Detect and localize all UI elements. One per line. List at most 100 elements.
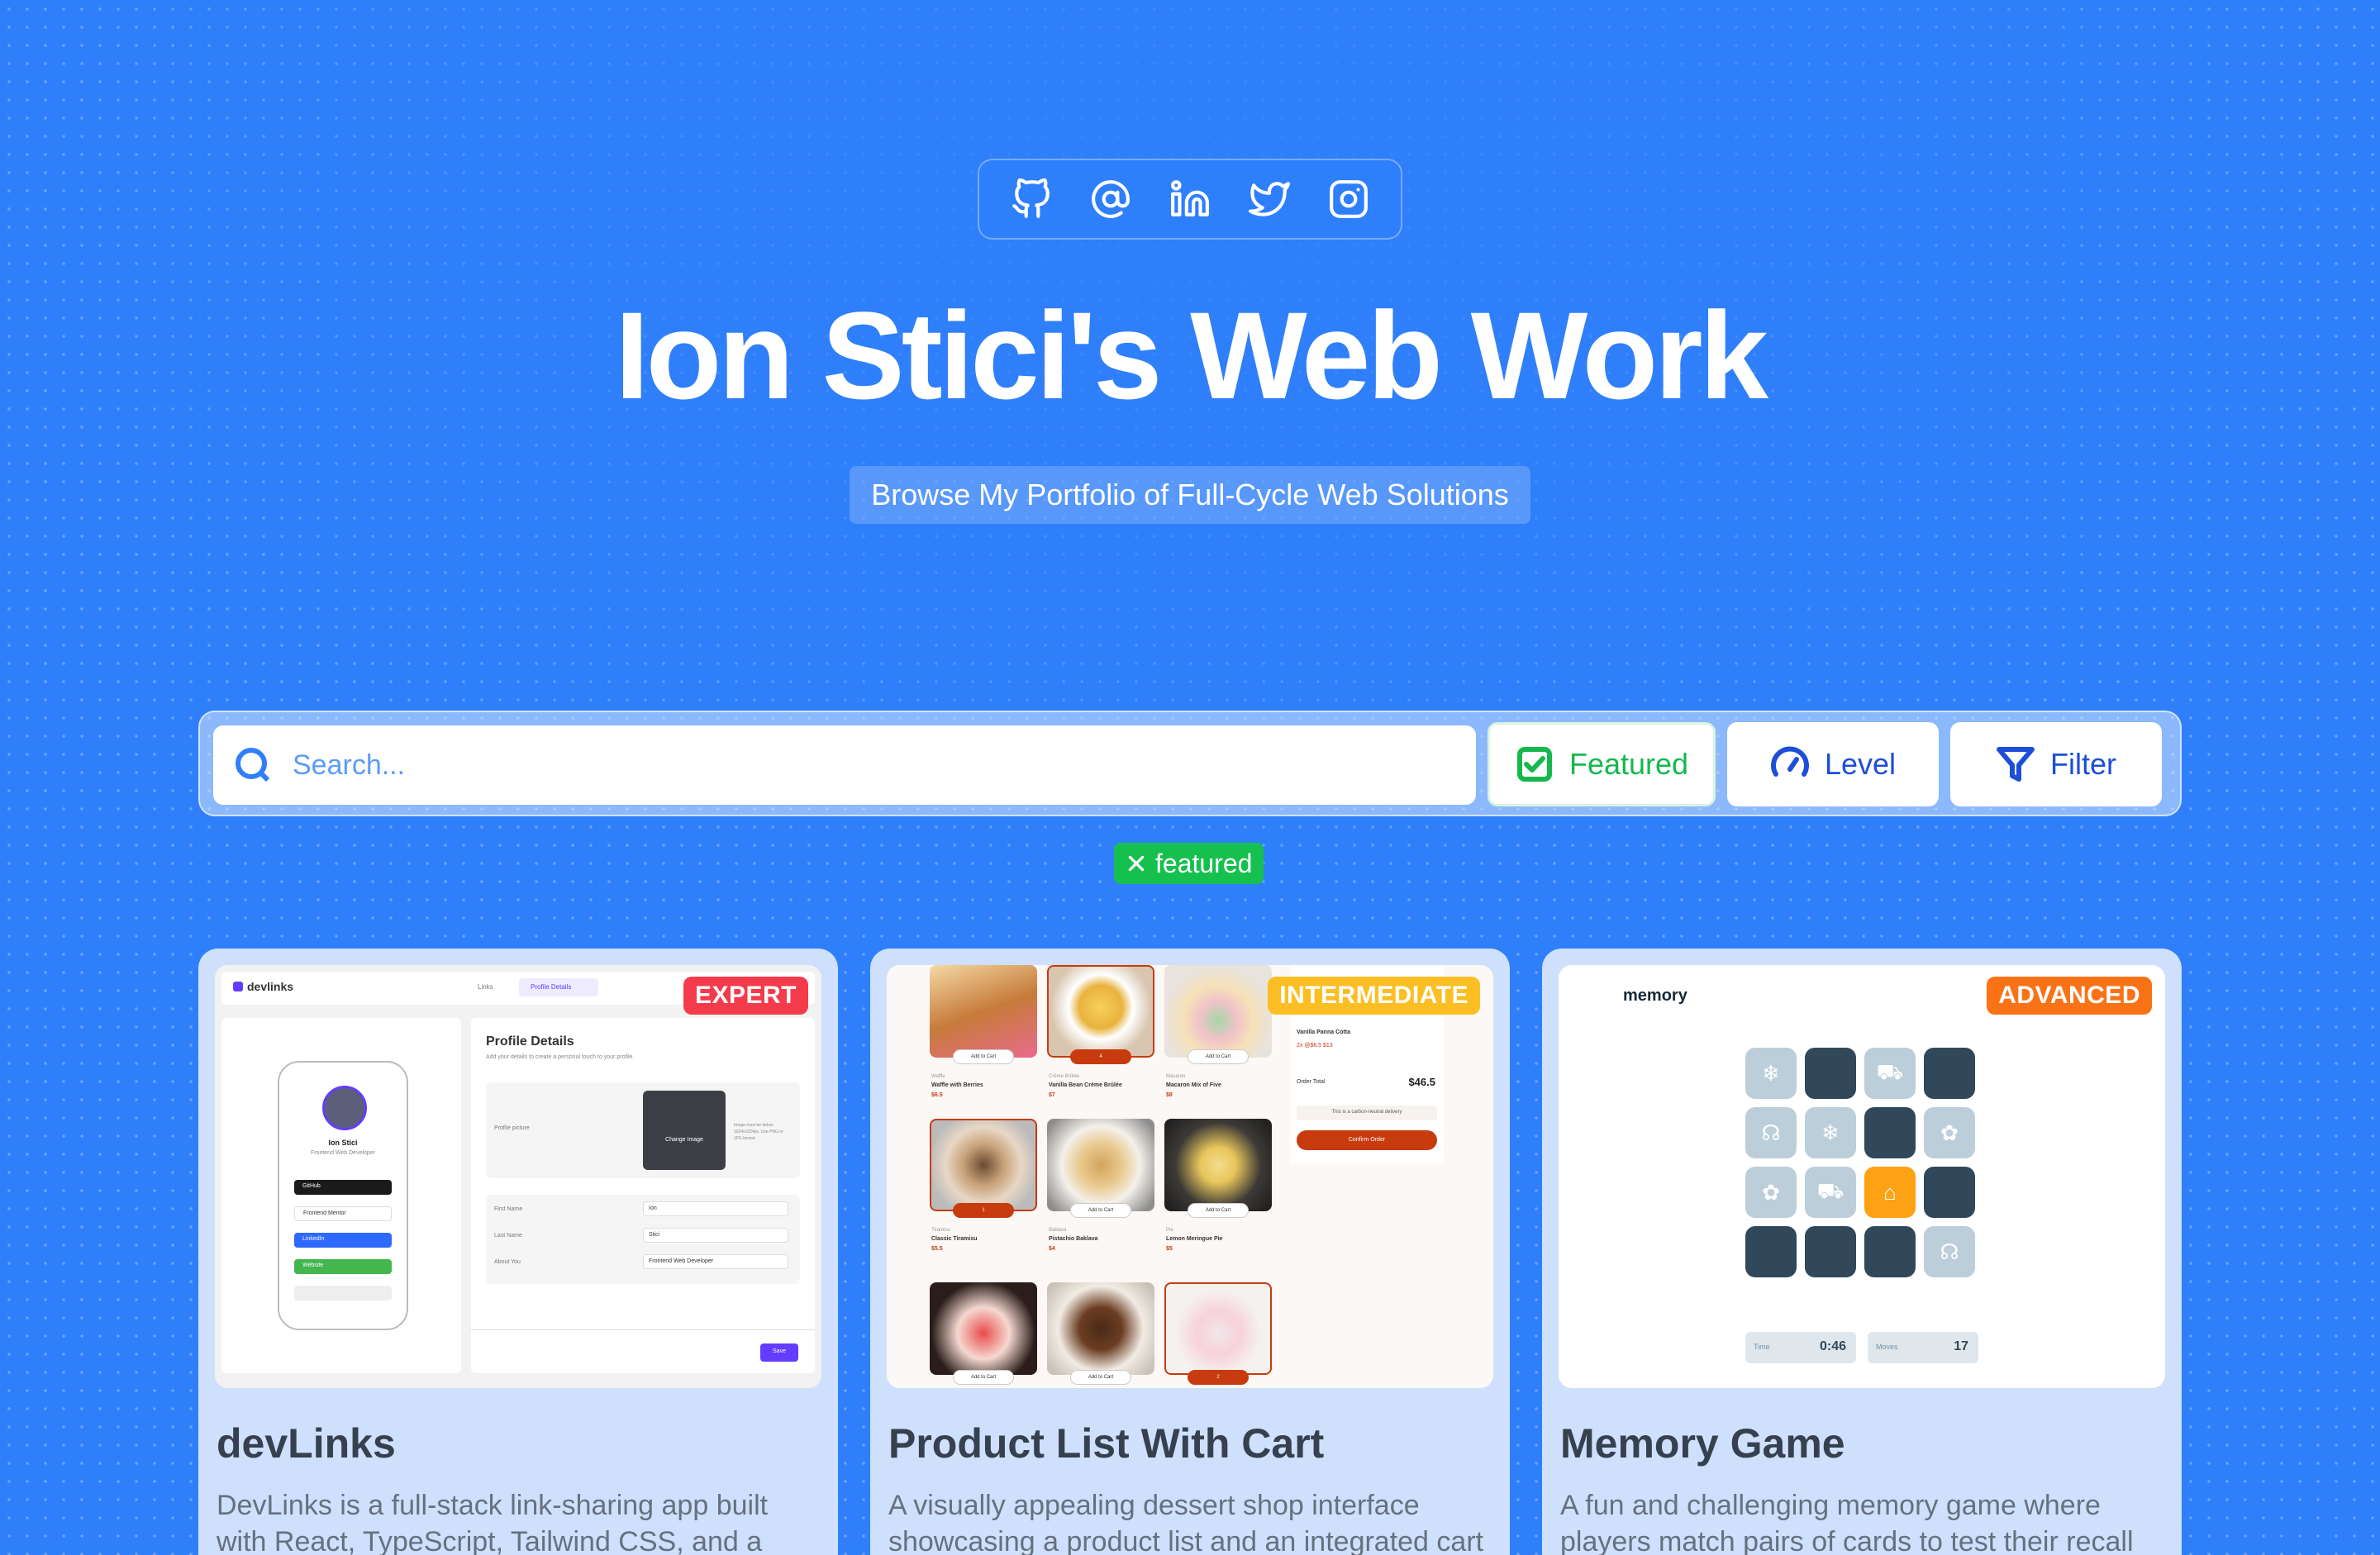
preview-item-price: $8	[1166, 1092, 1173, 1098]
preview-field-value: Stici	[643, 1228, 788, 1243]
email-link[interactable]	[1090, 178, 1131, 220]
headphones-icon: ☊	[1745, 1107, 1797, 1158]
preview-item-name: Waffle with Berries	[931, 1082, 983, 1088]
preview-link: LinkedIn	[294, 1233, 392, 1248]
preview-time-value: 0:46	[1819, 1339, 1846, 1353]
preview-quantity-control: 2	[1188, 1370, 1249, 1385]
preview-save-button: Save	[760, 1343, 798, 1362]
project-description: A fun and challenging memory game where …	[1560, 1490, 2134, 1555]
snowflake-icon: ❄	[1745, 1048, 1797, 1099]
car-icon: ⛟	[1805, 1167, 1856, 1218]
level-badge: ADVANCED	[1987, 977, 2152, 1015]
preview-image-hint: Image must be below 1024x1024px. Use PNG…	[734, 1123, 783, 1141]
preview-link-empty	[294, 1286, 392, 1301]
preview-quantity-control: 1	[953, 1203, 1014, 1218]
search-box[interactable]	[213, 725, 1476, 805]
preview-phone-panel: Ion Stici Frontend Web Developer GitHub …	[221, 1018, 461, 1373]
preview-item-price: $4	[1049, 1246, 1055, 1252]
project-description: A visually appealing dessert shop interf…	[888, 1490, 1484, 1555]
level-button[interactable]: Level	[1727, 722, 1939, 806]
preview-field-value: Frontend Web Developer	[643, 1254, 788, 1269]
preview-link: Frontend Mentor	[294, 1206, 392, 1221]
preview-logo: devlinks	[233, 980, 293, 993]
project-card-memory-game[interactable]: memory ❄ ⛟ ☊ ❄ ✿ ✿ ⛟ ⌂ ☊ Time 0:46 Moves…	[1542, 949, 2182, 1555]
project-title: devLinks	[217, 1420, 396, 1467]
hidden-tile	[1924, 1048, 1975, 1099]
preview-profile-image: Change Image	[643, 1091, 726, 1170]
preview-cart-item: Vanilla Panna Cotta	[1297, 1030, 1350, 1035]
preview-food-image	[1164, 965, 1272, 1058]
preview-food-image	[1164, 1119, 1272, 1211]
hidden-tile	[1864, 1226, 1916, 1277]
preview-confirm-button: Confirm Order	[1297, 1130, 1437, 1150]
preview-role: Frontend Web Developer	[310, 1150, 376, 1156]
preview-add-to-cart: Add to Cart	[1188, 1203, 1249, 1218]
twitter-link[interactable]	[1249, 178, 1290, 220]
search-icon	[236, 748, 270, 782]
preview-order-total: $46.5	[1408, 1076, 1435, 1088]
checkbox-checked-icon	[1516, 747, 1552, 782]
featured-toggle-button[interactable]: Featured	[1488, 722, 1716, 806]
preview-order-total-label: Order Total	[1297, 1079, 1326, 1085]
preview-add-to-cart: Add to Cart	[953, 1370, 1014, 1385]
project-description: DevLinks is a full-stack link-sharing ap…	[217, 1490, 769, 1555]
preview-item-name: Classic Tiramisu	[931, 1236, 978, 1242]
preview-quantity-control: 4	[1070, 1049, 1131, 1064]
preview-food-image	[1164, 1282, 1272, 1375]
preview-moves-stat: Moves 17	[1868, 1332, 1978, 1363]
search-input[interactable]	[293, 749, 1449, 782]
preview-item-category: Pie	[1166, 1228, 1173, 1233]
instagram-icon	[1330, 180, 1368, 218]
github-link[interactable]	[1011, 178, 1052, 220]
preview-item-category: Tiramisu	[931, 1228, 950, 1233]
linkedin-icon	[1171, 180, 1209, 216]
preview-carbon-note: This is a carbon-neutral delivery	[1297, 1106, 1437, 1120]
filter-label: Filter	[2050, 747, 2116, 781]
active-filter-label: featured	[1155, 848, 1253, 878]
project-card-product-list[interactable]: Add to Cart Waffle Waffle with Berries $…	[870, 949, 1510, 1555]
preview-food-image	[930, 1282, 1037, 1375]
preview-time-label: Time	[1754, 1343, 1770, 1351]
filter-toolbar: Featured Level Filter	[198, 711, 2182, 816]
gauge-icon	[1770, 746, 1809, 777]
preview-add-to-cart: Add to Cart	[1070, 1370, 1131, 1385]
preview-item-name: Macaron Mix of Five	[1166, 1082, 1221, 1088]
preview-food-image	[1047, 1282, 1154, 1375]
preview-link: GitHub	[294, 1180, 392, 1195]
level-label: Level	[1824, 747, 1897, 781]
project-preview-image: devlinks Links Profile Details Ion Stici…	[215, 965, 821, 1388]
filter-button[interactable]: Filter	[1950, 722, 2162, 806]
preview-picture-label: Profile picture	[494, 1125, 530, 1131]
active-filter-chip[interactable]: featured	[1114, 843, 1264, 884]
preview-field-label: About You	[494, 1259, 521, 1265]
preview-description: Add your details to create a personal to…	[486, 1054, 635, 1060]
palette-icon: ✿	[1745, 1167, 1797, 1218]
social-links	[978, 159, 1402, 240]
hidden-tile	[1805, 1048, 1856, 1099]
preview-food-image	[930, 1119, 1037, 1211]
preview-add-to-cart: Add to Cart	[1070, 1203, 1131, 1218]
preview-item-name: Lemon Meringue Pie	[1166, 1236, 1223, 1242]
hidden-tile	[1805, 1226, 1856, 1277]
preview-field-value: Ion	[643, 1201, 788, 1216]
preview-food-image	[930, 965, 1037, 1058]
project-card-devlinks[interactable]: devlinks Links Profile Details Ion Stici…	[198, 949, 838, 1555]
project-title: Product List With Cart	[888, 1420, 1325, 1467]
instagram-link[interactable]	[1328, 178, 1369, 220]
project-title: Memory Game	[1560, 1420, 1845, 1467]
hidden-tile	[1864, 1107, 1916, 1158]
funnel-icon	[1997, 747, 2035, 782]
preview-field-label: First Name	[494, 1206, 523, 1212]
preview-add-to-cart: Add to Cart	[1188, 1049, 1249, 1064]
linkedin-link[interactable]	[1169, 178, 1211, 220]
snowflake-icon: ❄	[1805, 1107, 1856, 1158]
hidden-tile	[1924, 1167, 1975, 1218]
featured-label: Featured	[1568, 747, 1689, 781]
preview-tab-profile: Profile Details	[519, 978, 598, 996]
preview-time-stat: Time 0:46	[1745, 1332, 1856, 1363]
car-icon: ⛟	[1864, 1048, 1916, 1099]
store-icon: ⌂	[1864, 1167, 1916, 1218]
level-badge: INTERMEDIATE	[1268, 977, 1480, 1015]
headphones-icon: ☊	[1924, 1226, 1975, 1277]
preview-item-name: Vanilla Bean Crème Brûlée	[1049, 1082, 1122, 1088]
